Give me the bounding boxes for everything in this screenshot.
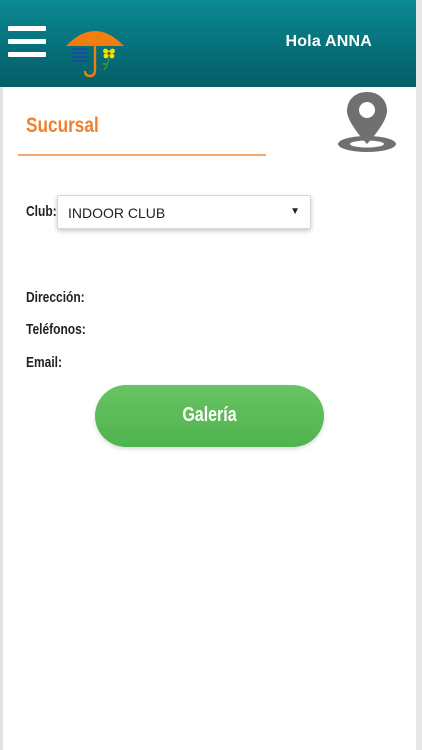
left-edge [0,0,3,750]
map-pin-icon [338,92,396,152]
title-underline [18,154,266,156]
hamburger-menu-icon[interactable] [8,26,46,58]
gallery-button-label: Galería [182,404,237,426]
club-select[interactable]: INDOOR CLUB ▼ [57,195,311,229]
page-title: Sucursal [26,114,99,137]
right-edge [416,0,422,750]
app-frame: Hola ANNA Sucursal Club: INDOOR CLUB ▼ D… [0,0,422,750]
address-label: Dirección: [26,289,85,306]
top-header-bar: Hola ANNA [0,0,416,87]
gallery-button[interactable]: Galería [95,385,324,447]
phones-label: Teléfonos: [26,321,86,338]
caret-down-icon: ▼ [290,206,300,217]
user-greeting: Hola ANNA [285,33,372,50]
club-select-value: INDOOR CLUB [68,205,166,221]
email-label: Email: [26,354,63,371]
club-label: Club: [26,203,57,220]
umbrella-logo-icon [65,31,125,78]
